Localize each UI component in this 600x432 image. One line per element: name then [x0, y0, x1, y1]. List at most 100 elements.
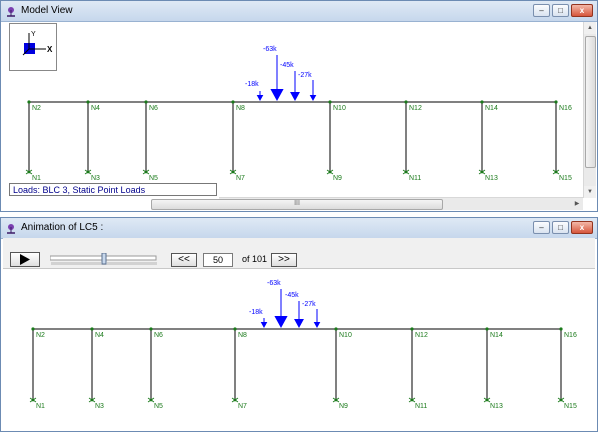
- point-load-label: -63k: [263, 46, 277, 53]
- top-node-label: N6: [149, 105, 158, 112]
- scroll-up-arrow-icon[interactable]: ▲: [584, 22, 596, 34]
- node-point[interactable]: [31, 398, 35, 402]
- scroll-right-arrow-icon[interactable]: ▶: [571, 198, 583, 210]
- horizontal-scroll-thumb[interactable]: III: [151, 199, 443, 210]
- point-load-arrow-icon: [313, 322, 321, 328]
- model-view-window: Model View – □ x N2 N1 N4 N3 N6 N5 N8 N7 N10 N9 N1…: [0, 0, 598, 212]
- top-node-label: N14: [485, 105, 498, 112]
- base-node-label: N13: [485, 175, 498, 182]
- point-load-arrow-icon: [294, 319, 304, 328]
- close-button[interactable]: x: [571, 221, 593, 234]
- node-point[interactable]: [334, 398, 338, 402]
- node-point[interactable]: [404, 170, 408, 174]
- play-icon: [20, 254, 30, 265]
- top-node-label: N4: [91, 105, 100, 112]
- top-node-label: N10: [333, 105, 346, 112]
- base-node-label: N3: [91, 175, 100, 182]
- base-node-label: N1: [36, 403, 45, 410]
- model-view-titlebar[interactable]: Model View – □ x: [1, 1, 597, 22]
- base-node-label: N5: [149, 175, 158, 182]
- node-point[interactable]: [31, 327, 35, 331]
- minimize-button[interactable]: –: [533, 4, 550, 17]
- node-point[interactable]: [233, 327, 237, 331]
- point-load-arrow-icon: [309, 95, 317, 101]
- point-load-arrow-icon: [260, 322, 268, 328]
- base-node-label: N15: [564, 403, 577, 410]
- top-node-label: N10: [339, 332, 352, 339]
- minimize-button[interactable]: –: [533, 221, 550, 234]
- node-point[interactable]: [90, 398, 94, 402]
- point-load-label: -45k: [280, 62, 294, 69]
- node-point[interactable]: [410, 398, 414, 402]
- node-point[interactable]: [485, 327, 489, 331]
- top-node-label: N2: [32, 105, 41, 112]
- scroll-down-arrow-icon[interactable]: ▼: [584, 186, 596, 198]
- top-node-label: N8: [238, 332, 247, 339]
- node-point[interactable]: [27, 100, 31, 104]
- node-point[interactable]: [480, 100, 484, 104]
- node-point[interactable]: [231, 100, 235, 104]
- animation-titlebar[interactable]: Animation of LC5 : – □ x: [1, 218, 597, 239]
- next-frame-button[interactable]: >>: [271, 253, 297, 267]
- node-point[interactable]: [144, 170, 148, 174]
- model-view-canvas[interactable]: N2 N1 N4 N3 N6 N5 N8 N7 N10 N9 N12 N11 N14 N13 N16 N15 -…: [3, 22, 583, 198]
- node-point[interactable]: [485, 398, 489, 402]
- scroll-grip: III: [294, 200, 300, 207]
- previous-frame-button[interactable]: <<: [171, 253, 197, 267]
- node-point[interactable]: [90, 327, 94, 331]
- model-view-horizontal-scrollbar[interactable]: ◀ III ▶: [151, 197, 583, 210]
- frame-slider[interactable]: [49, 252, 160, 267]
- node-point[interactable]: [27, 170, 31, 174]
- restore-button[interactable]: □: [552, 221, 569, 234]
- global-axes-widget: Y X: [9, 23, 57, 71]
- close-button[interactable]: x: [571, 4, 593, 17]
- node-point[interactable]: [233, 398, 237, 402]
- slider-thumb[interactable]: [101, 252, 107, 265]
- top-node-label: N2: [36, 332, 45, 339]
- animation-window: Animation of LC5 : – □ x << 50 of 101 >>…: [0, 217, 598, 432]
- app-icon: [7, 7, 15, 17]
- node-point[interactable]: [149, 398, 153, 402]
- base-node-label: N11: [415, 403, 427, 410]
- node-point[interactable]: [328, 170, 332, 174]
- point-load-label: -18k: [249, 309, 263, 316]
- restore-button[interactable]: □: [552, 4, 569, 17]
- node-point[interactable]: [149, 327, 153, 331]
- point-load-label: -27k: [298, 72, 312, 79]
- play-button[interactable]: [10, 252, 40, 267]
- top-node-label: N8: [236, 105, 245, 112]
- base-node-label: N1: [32, 175, 41, 182]
- node-point[interactable]: [559, 398, 563, 402]
- node-point[interactable]: [559, 327, 563, 331]
- base-node-label: N9: [333, 175, 342, 182]
- node-point[interactable]: [334, 327, 338, 331]
- vertical-scroll-thumb[interactable]: [585, 36, 596, 168]
- base-node-label: N13: [490, 403, 503, 410]
- node-point[interactable]: [231, 170, 235, 174]
- base-node-label: N9: [339, 403, 348, 410]
- node-point[interactable]: [404, 100, 408, 104]
- node-point[interactable]: [328, 100, 332, 104]
- point-load-label: -63k: [267, 280, 281, 287]
- node-point[interactable]: [480, 170, 484, 174]
- frame-number-input[interactable]: 50: [203, 253, 233, 267]
- node-point[interactable]: [86, 100, 90, 104]
- axis-x-label: X: [47, 45, 53, 54]
- animation-title: Animation of LC5 :: [21, 222, 104, 233]
- loads-status-label: Loads: BLC 3, Static Point Loads: [9, 183, 217, 196]
- animation-canvas[interactable]: N2 N1 N4 N3 N6 N5 N8 N7 N10 N9 N12 N11 N14 N13 N16 N15 -…: [3, 269, 593, 429]
- node-point[interactable]: [554, 100, 558, 104]
- node-point[interactable]: [144, 100, 148, 104]
- point-load-arrow-icon: [270, 89, 284, 101]
- top-node-label: N16: [564, 332, 577, 339]
- node-point[interactable]: [554, 170, 558, 174]
- base-node-label: N7: [236, 175, 245, 182]
- top-node-label: N12: [409, 105, 422, 112]
- point-load-arrow-icon: [274, 316, 288, 328]
- top-node-label: N4: [95, 332, 104, 339]
- node-point[interactable]: [410, 327, 414, 331]
- base-node-label: N3: [95, 403, 104, 410]
- point-load-label: -45k: [285, 292, 299, 299]
- model-view-vertical-scrollbar[interactable]: ▲ ▼: [583, 22, 596, 198]
- node-point[interactable]: [86, 170, 90, 174]
